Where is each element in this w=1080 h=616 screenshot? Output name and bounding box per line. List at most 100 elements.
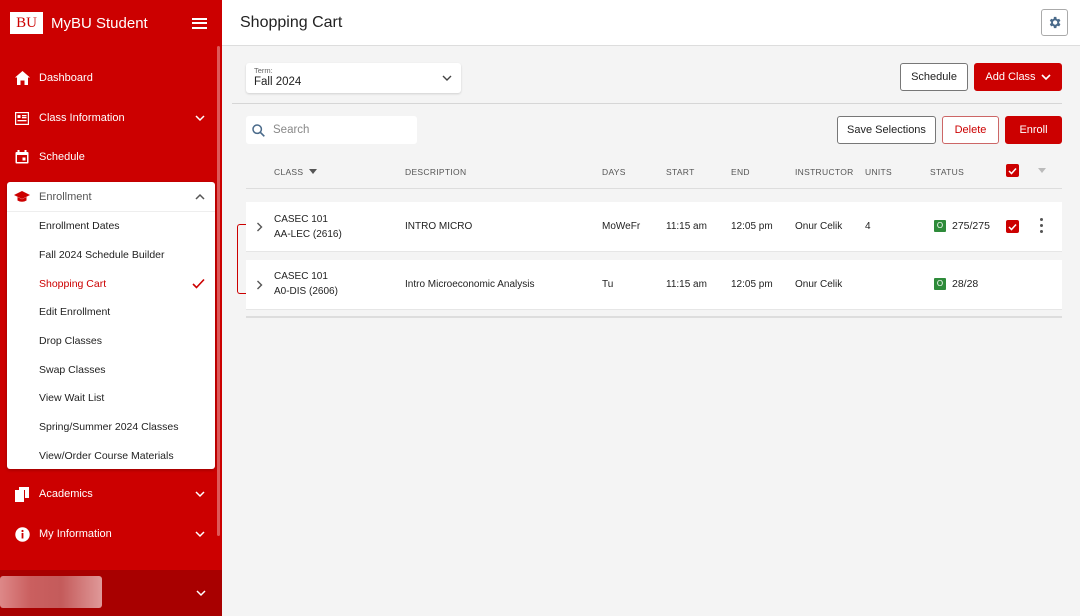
submenu-label: Drop Classes xyxy=(39,335,103,348)
schedule-button[interactable]: Schedule xyxy=(900,63,968,91)
page-title: Shopping Cart xyxy=(240,13,343,31)
checkmark-icon xyxy=(192,279,205,289)
documents-icon xyxy=(14,486,30,502)
class-section: AA-LEC (2616) xyxy=(274,229,342,240)
enroll-button[interactable]: Enroll xyxy=(1005,116,1062,144)
column-header-end: END xyxy=(731,167,750,177)
column-header-units: UNITS xyxy=(865,167,892,177)
sidebar-item-enrollment[interactable]: Enrollment xyxy=(7,182,215,212)
calendar-icon xyxy=(14,149,30,165)
graduation-cap-icon xyxy=(14,190,30,203)
submenu-course-materials[interactable]: View/Order Course Materials xyxy=(7,442,215,471)
search-icon xyxy=(252,123,265,137)
submenu-label: Shopping Cart xyxy=(39,277,107,290)
submenu-label: View Wait List xyxy=(39,392,105,405)
days-cell: Tu xyxy=(602,279,614,290)
units-cell: 4 xyxy=(865,221,871,232)
header-label: CLASS xyxy=(274,167,304,177)
sidebar: BU MyBU Student Dashboard Class Informat… xyxy=(0,0,222,616)
sidebar-item-my-information[interactable]: My Information xyxy=(0,515,215,553)
delete-label: Delete xyxy=(954,124,987,136)
submenu-spring-summer-classes[interactable]: Spring/Summer 2024 Classes xyxy=(7,413,215,442)
column-header-status: STATUS xyxy=(930,167,965,177)
term-select[interactable]: Term: Fall 2024 xyxy=(246,63,461,93)
description-cell: INTRO MICRO xyxy=(405,221,473,232)
expand-chevron-icon[interactable] xyxy=(256,222,263,232)
chevron-up-icon xyxy=(195,193,205,200)
add-class-label: Add Class xyxy=(985,71,1036,83)
status-cell: O 28/28 xyxy=(934,278,978,290)
class-code: CASEC 101 xyxy=(274,214,328,225)
submenu-label: Spring/Summer 2024 Classes xyxy=(39,421,179,434)
sidebar-scrollbar[interactable] xyxy=(217,46,220,536)
term-label: Term: xyxy=(254,66,273,75)
submenu-label: Fall 2024 Schedule Builder xyxy=(39,249,165,262)
section-divider xyxy=(232,103,1062,104)
days-cell: MoWeFr xyxy=(602,221,641,232)
select-all-checkbox[interactable] xyxy=(1006,164,1019,177)
expand-chevron-icon[interactable] xyxy=(256,280,263,290)
submenu-label: Swap Classes xyxy=(39,363,106,376)
column-header-days: DAYS xyxy=(602,167,626,177)
info-icon xyxy=(14,526,30,542)
select-menu-chevron-icon[interactable] xyxy=(1038,168,1046,174)
sidebar-item-label: Enrollment xyxy=(39,190,92,203)
submenu-drop-classes[interactable]: Drop Classes xyxy=(7,327,215,356)
status-count: 275/275 xyxy=(952,220,990,232)
delete-button[interactable]: Delete xyxy=(942,116,999,144)
table-row[interactable]: CASEC 101 A0-DIS (2606) Intro Microecono… xyxy=(246,260,1062,310)
column-header-class[interactable]: CLASS xyxy=(274,167,318,177)
submenu-enrollment-dates[interactable]: Enrollment Dates xyxy=(7,212,215,241)
chevron-down-icon xyxy=(195,115,205,122)
row-checkbox[interactable] xyxy=(1006,220,1019,233)
submenu-edit-enrollment[interactable]: Edit Enrollment xyxy=(7,298,215,327)
start-cell: 11:15 am xyxy=(666,221,707,232)
submenu-label: Enrollment Dates xyxy=(39,220,120,233)
chevron-down-icon xyxy=(442,75,452,81)
sidebar-item-dashboard[interactable]: Dashboard xyxy=(0,59,215,97)
check-icon xyxy=(1008,223,1017,231)
chevron-down-icon xyxy=(196,590,206,597)
save-label: Save Selections xyxy=(847,124,926,136)
sidebar-item-academics[interactable]: Academics xyxy=(0,475,215,513)
submenu-swap-classes[interactable]: Swap Classes xyxy=(7,355,215,384)
sidebar-item-class-information[interactable]: Class Information xyxy=(0,99,215,137)
submenu-schedule-builder[interactable]: Fall 2024 Schedule Builder xyxy=(7,241,215,270)
search-box[interactable] xyxy=(246,116,417,144)
submenu-view-wait-list[interactable]: View Wait List xyxy=(7,384,215,413)
settings-button[interactable] xyxy=(1041,9,1068,36)
submenu-shopping-cart[interactable]: Shopping Cart xyxy=(7,269,215,298)
description-cell: Intro Microeconomic Analysis xyxy=(405,279,535,290)
submenu-label: View/Order Course Materials xyxy=(39,449,174,462)
header-divider xyxy=(246,188,1062,189)
sidebar-item-label: Dashboard xyxy=(39,72,93,84)
start-cell: 11:15 am xyxy=(666,279,707,290)
sidebar-item-label: My Information xyxy=(39,528,112,540)
column-header-instructor: INSTRUCTOR xyxy=(795,167,854,177)
logo-text: BU xyxy=(16,14,37,31)
sidebar-item-schedule[interactable]: Schedule xyxy=(0,138,215,176)
sort-desc-icon xyxy=(309,169,318,174)
chevron-down-icon xyxy=(195,531,205,538)
submenu-label: Edit Enrollment xyxy=(39,306,111,319)
schedule-button-label: Schedule xyxy=(911,71,957,83)
end-cell: 12:05 pm xyxy=(731,279,773,290)
class-cell: CASEC 101 A0-DIS (2606) xyxy=(274,269,338,299)
status-cell: O 275/275 xyxy=(934,220,990,232)
sidebar-item-label: Class Information xyxy=(39,112,125,124)
class-code: CASEC 101 xyxy=(274,271,328,282)
linked-sections-bracket xyxy=(237,224,246,294)
status-badge: O xyxy=(934,278,946,290)
add-class-button[interactable]: Add Class xyxy=(974,63,1062,91)
status-badge: O xyxy=(934,220,946,232)
search-input[interactable] xyxy=(273,124,403,136)
bu-logo[interactable]: BU xyxy=(10,12,43,34)
hamburger-menu-icon[interactable] xyxy=(192,17,207,29)
column-header-description: DESCRIPTION xyxy=(405,167,467,177)
save-selections-button[interactable]: Save Selections xyxy=(837,116,936,144)
instructor-cell: Onur Celik xyxy=(795,279,843,290)
class-cell: CASEC 101 AA-LEC (2616) xyxy=(274,212,342,242)
row-actions-kebab-icon[interactable] xyxy=(1040,218,1043,233)
sidebar-item-label: Academics xyxy=(39,488,93,500)
table-row[interactable]: CASEC 101 AA-LEC (2616) INTRO MICRO MoWe… xyxy=(246,202,1062,252)
